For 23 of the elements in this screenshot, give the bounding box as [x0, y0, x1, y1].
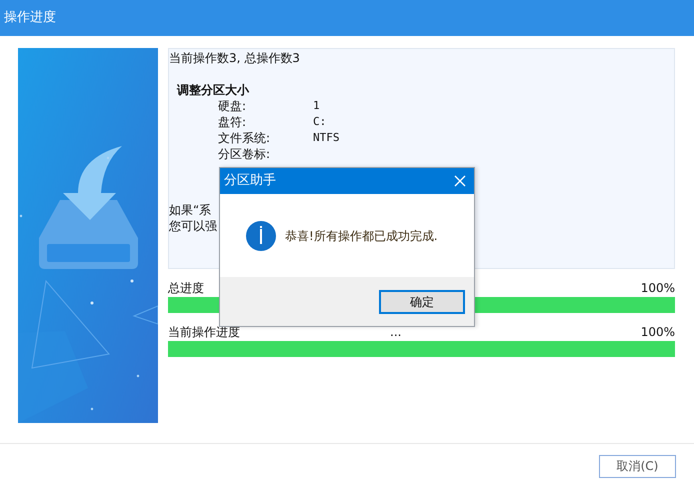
- note-text: 如果“系: [169, 202, 212, 218]
- cancel-button[interactable]: 取消(C): [599, 454, 676, 478]
- detail-label: 文件系统:: [218, 130, 272, 146]
- detail-value: NTFS: [313, 130, 340, 146]
- info-icon: [246, 220, 276, 250]
- dialog-title: 分区助手: [224, 172, 276, 190]
- dialog-message: 恭喜!所有操作都已成功完成.: [285, 228, 438, 244]
- progress-reading: 100%: [640, 280, 675, 297]
- note-text: 您可以强: [169, 218, 217, 234]
- detail-label: 盘符:: [218, 114, 248, 130]
- operation-title: 调整分区大小: [177, 82, 250, 98]
- progress-status: ...: [390, 324, 402, 341]
- detail-value: C:: [313, 114, 326, 130]
- progress-label: 当前操作进度: [168, 324, 240, 341]
- ok-button[interactable]: 确定: [379, 290, 465, 314]
- progress-label: 总进度: [168, 280, 204, 297]
- detail-label: 分区卷标:: [218, 146, 272, 162]
- window-title: 操作进度: [4, 9, 56, 28]
- detail-label: 硬盘:: [218, 98, 248, 114]
- detail-value: 1: [313, 98, 320, 114]
- operation-summary: 当前操作数3, 总操作数3: [169, 50, 301, 66]
- close-icon[interactable]: [454, 175, 466, 187]
- progress-reading: 100%: [640, 324, 675, 341]
